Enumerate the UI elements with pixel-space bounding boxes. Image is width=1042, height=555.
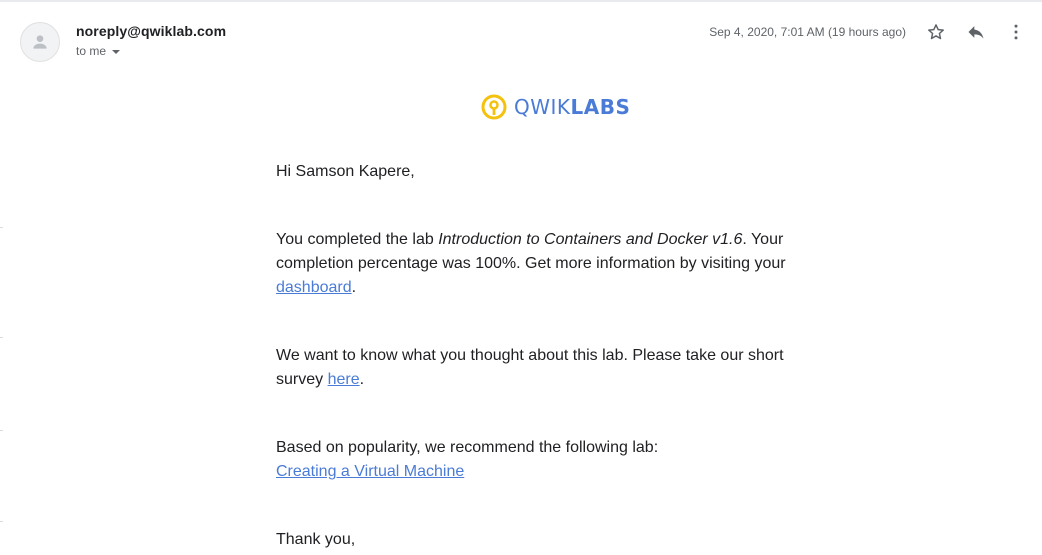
dashboard-link[interactable]: dashboard [276, 279, 352, 296]
closing-text: Thank you, [276, 531, 356, 548]
person-icon [33, 35, 47, 49]
left-edge-marker [0, 521, 3, 522]
qwiklabs-logo-icon [481, 94, 507, 120]
recommendation-paragraph: Based on popularity, we recommend the fo… [276, 439, 659, 480]
left-edge-marker [0, 337, 3, 338]
more-options-button[interactable] [1004, 20, 1028, 44]
sender-email[interactable]: noreply@qwiklab.com [76, 23, 226, 39]
logo-wordmark: QWIKLABS [514, 95, 631, 119]
top-divider [0, 0, 1042, 2]
chevron-down-icon [112, 49, 121, 54]
recipient-label: to me [76, 44, 107, 58]
sender-avatar[interactable] [20, 22, 60, 62]
recommended-lab-link[interactable]: Creating a Virtual Machine [276, 463, 464, 480]
reply-icon [968, 26, 984, 39]
survey-link[interactable]: here [328, 371, 360, 388]
reply-button[interactable] [964, 20, 988, 44]
greeting: Hi Samson Kapere, [276, 163, 415, 180]
lab-name: Introduction to Containers and Docker v1… [438, 231, 743, 248]
star-icon [928, 24, 944, 40]
survey-paragraph: We want to know what you thought about t… [276, 347, 784, 388]
more-vert-icon [1014, 24, 1018, 40]
star-button[interactable] [924, 20, 948, 44]
email-view: noreply@qwiklab.com to me Sep 4, 2020, 7… [0, 0, 1042, 555]
completion-paragraph: You completed the lab Introduction to Co… [276, 231, 786, 296]
recipient-details-toggle[interactable]: to me [76, 44, 121, 58]
left-edge-marker [0, 430, 3, 431]
left-edge-marker [0, 227, 3, 228]
qwiklabs-logo: QWIKLABS [480, 92, 630, 122]
email-timestamp: Sep 4, 2020, 7:01 AM (19 hours ago) [709, 25, 906, 39]
